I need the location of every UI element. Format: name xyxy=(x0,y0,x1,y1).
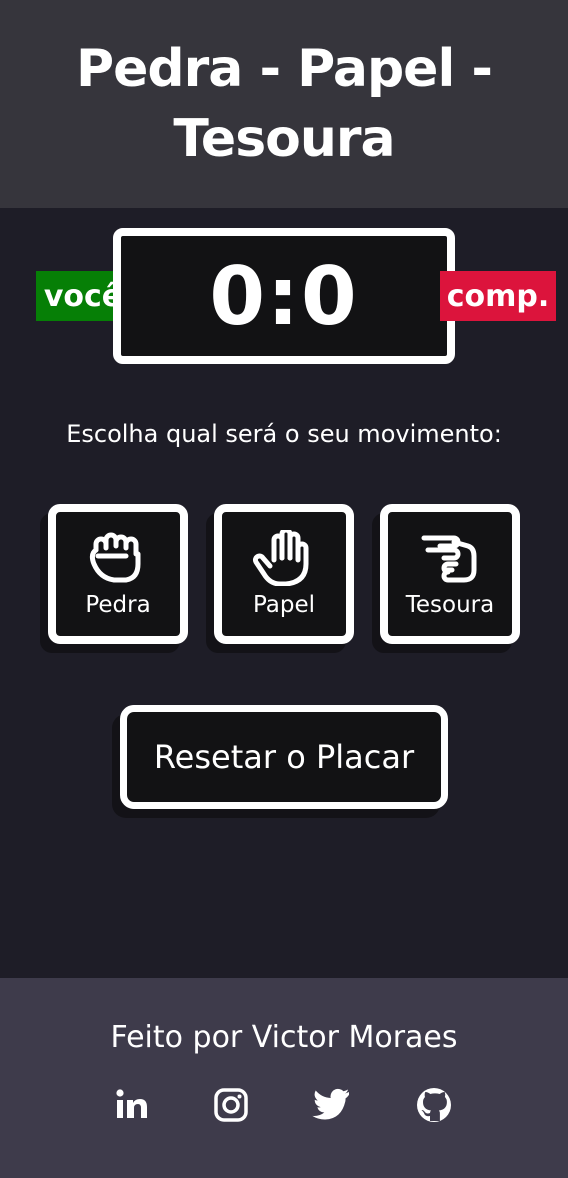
footer-credit: Feito por Victor Moraes xyxy=(110,1020,458,1055)
move-prompt: Escolha qual será o seu movimento: xyxy=(66,420,502,448)
github-icon[interactable] xyxy=(415,1086,453,1124)
rock-label: Pedra xyxy=(85,592,151,618)
open-hand-icon xyxy=(253,530,309,586)
page-footer: Feito por Victor Moraes xyxy=(0,978,568,1178)
linkedin-icon[interactable] xyxy=(112,1086,150,1124)
rock-button[interactable]: Pedra xyxy=(48,504,188,644)
scoreboard: 0:0 xyxy=(113,228,455,364)
paper-label: Papel xyxy=(252,592,316,618)
moves-group: Pedra Papel Tesoura xyxy=(48,504,520,644)
scissors-hand-icon xyxy=(421,535,477,583)
game-area: você 0:0 comp. Escolha qual será o seu m… xyxy=(0,208,568,978)
page-title: Pedra - Papel - Tesoura xyxy=(76,39,493,169)
score-display: 0:0 xyxy=(209,249,359,343)
social-links xyxy=(0,1086,568,1126)
fist-icon xyxy=(89,532,141,583)
instagram-icon[interactable] xyxy=(212,1086,250,1124)
paper-button[interactable]: Papel xyxy=(214,504,354,644)
reset-score-button[interactable]: Resetar o Placar xyxy=(120,705,448,809)
page-header: Pedra - Papel - Tesoura xyxy=(0,0,568,208)
twitter-icon[interactable] xyxy=(312,1086,350,1124)
scissors-label: Tesoura xyxy=(405,592,495,618)
computer-score-label: comp. xyxy=(440,271,556,321)
scissors-button[interactable]: Tesoura xyxy=(380,504,520,644)
